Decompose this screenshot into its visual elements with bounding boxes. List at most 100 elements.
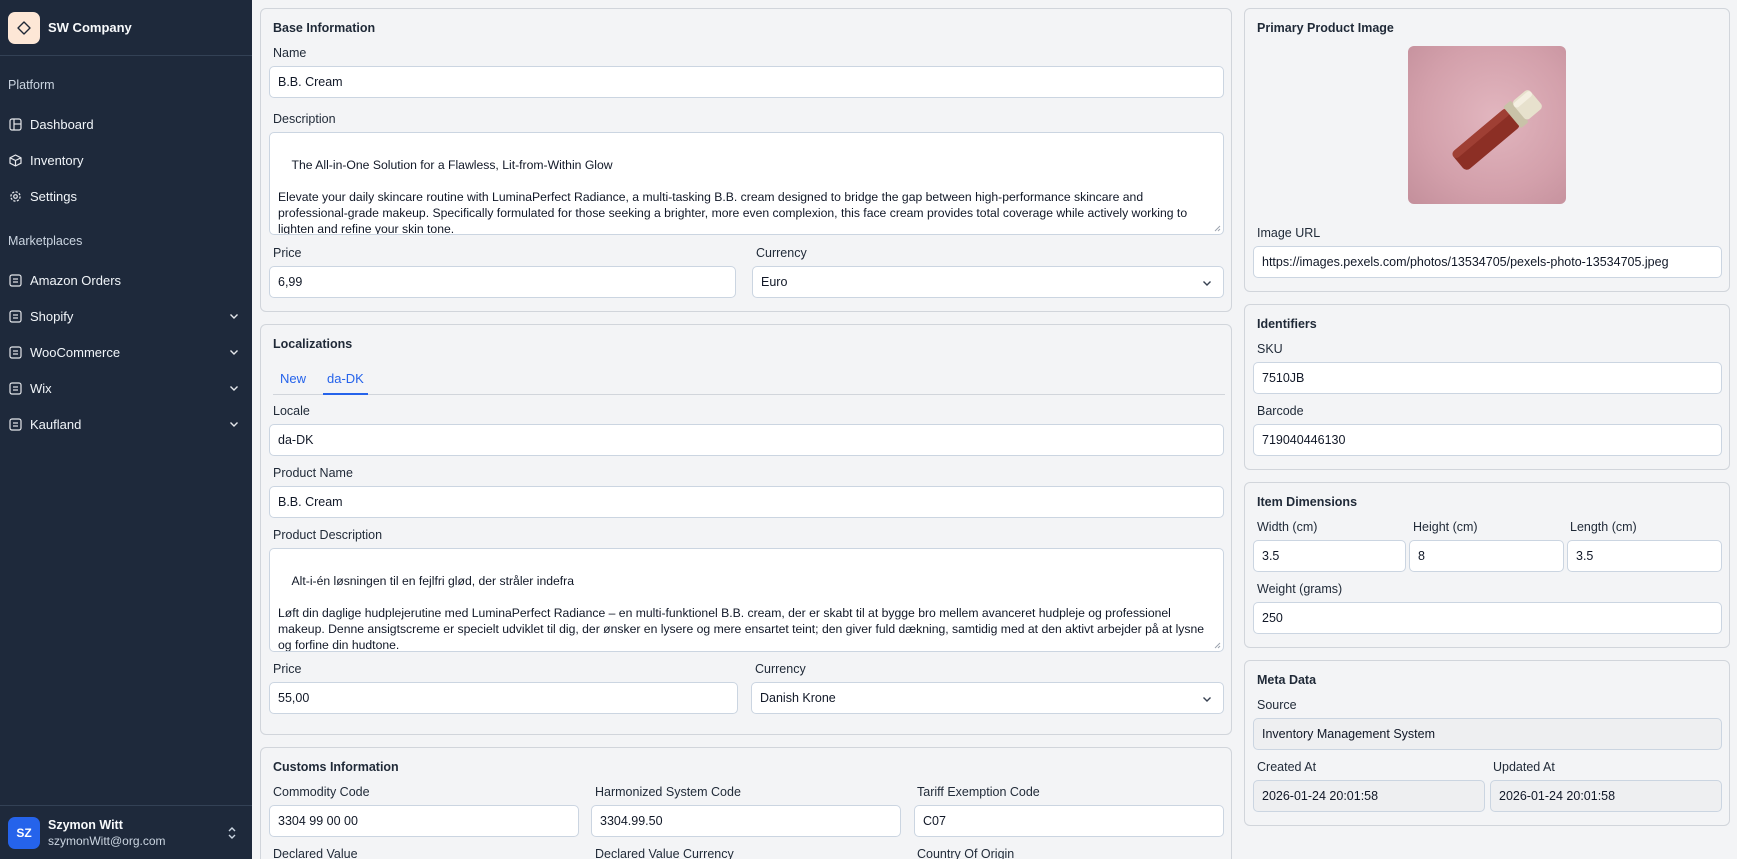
height-input[interactable]: 8 — [1409, 540, 1564, 572]
chevrons-up-down-icon[interactable] — [226, 825, 238, 841]
barcode-input[interactable]: 719040446130 — [1253, 424, 1722, 456]
price-label: Price — [273, 246, 302, 260]
sidebar-item-label: Amazon Orders — [30, 272, 122, 288]
sidebar-item-dashboard[interactable]: Dashboard — [0, 106, 252, 142]
product-image — [1408, 46, 1566, 204]
sidebar-item-label: WooCommerce — [30, 344, 121, 360]
chevron-down-icon[interactable] — [228, 382, 240, 394]
currency-select[interactable]: Danish Krone — [751, 682, 1224, 714]
card-title: Customs Information — [273, 760, 399, 774]
product-description-textarea[interactable]: Alt-i-én løsningen til en fejlfri glød, … — [269, 548, 1224, 652]
source-field: Inventory Management System — [1253, 718, 1722, 750]
product-name-label: Product Name — [273, 466, 353, 480]
commodity-code-input[interactable]: 3304 99 00 00 — [269, 805, 579, 837]
currency-select[interactable]: Euro — [752, 266, 1224, 298]
declared-value-label: Declared Value — [273, 847, 358, 859]
image-url-input[interactable]: https://images.pexels.com/photos/1353470… — [1253, 246, 1722, 278]
height-label: Height (cm) — [1413, 520, 1478, 534]
price-label: Price — [273, 662, 302, 676]
weight-input[interactable]: 250 — [1253, 602, 1722, 634]
tab-new[interactable]: New — [276, 365, 310, 395]
company-switcher[interactable]: SW Company — [0, 0, 252, 56]
hs-code-input[interactable]: 3304.99.50 — [591, 805, 901, 837]
locale-tabs: New da-DK — [273, 365, 1225, 395]
currency-label: Currency — [756, 246, 807, 260]
tab-da-dk[interactable]: da-DK — [323, 365, 368, 395]
localizations-card: Localizations New da-DK Locale da-DK Pro… — [260, 324, 1232, 735]
dashboard-icon — [8, 117, 22, 131]
gear-icon — [8, 189, 22, 203]
product-description-label: Product Description — [273, 528, 383, 542]
price-input[interactable]: 6,99 — [269, 266, 736, 298]
chevron-down-icon[interactable] — [228, 346, 240, 358]
company-logo-icon — [8, 11, 40, 44]
primary-image-card: Primary Product Image Image URL https://… — [1244, 8, 1730, 292]
sidebar-item-label: Wix — [30, 380, 52, 396]
sidebar-item-shopify[interactable]: Shopify — [0, 298, 252, 334]
sidebar-item-label: Kaufland — [30, 416, 82, 432]
marketplace-icon — [8, 417, 22, 431]
sidebar-item-kaufland[interactable]: Kaufland — [0, 406, 252, 442]
nav-section-platform: Platform — [8, 78, 55, 92]
locale-input[interactable]: da-DK — [269, 424, 1224, 456]
weight-label: Weight (grams) — [1257, 582, 1343, 596]
resize-handle-icon[interactable] — [1213, 641, 1221, 649]
card-title: Identifiers — [1257, 317, 1317, 331]
sidebar-item-woocommerce[interactable]: WooCommerce — [0, 334, 252, 370]
sidebar-item-settings[interactable]: Settings — [0, 178, 252, 214]
currency-value: Danish Krone — [760, 691, 836, 705]
product-name-input[interactable]: B.B. Cream — [269, 486, 1224, 518]
sidebar-item-inventory[interactable]: Inventory — [0, 142, 252, 178]
product-description-text: Alt-i-én løsningen til en fejlfri glød, … — [278, 574, 1205, 652]
name-input[interactable]: B.B. Cream — [269, 66, 1224, 98]
hs-code-label: Harmonized System Code — [595, 785, 741, 799]
user-menu[interactable]: SZ Szymon Witt szymonWitt@org.com — [0, 805, 252, 859]
sidebar: SW Company Platform Dashboard Inventory … — [0, 0, 252, 859]
base-information-card: Base Information Name B.B. Cream Descrip… — [260, 8, 1232, 312]
sku-label: SKU — [1257, 342, 1283, 356]
image-url-label: Image URL — [1257, 226, 1321, 240]
currency-label: Currency — [755, 662, 806, 676]
width-input[interactable]: 3.5 — [1253, 540, 1406, 572]
barcode-label: Barcode — [1257, 404, 1304, 418]
locale-label: Locale — [273, 404, 310, 418]
company-name: SW Company — [48, 20, 132, 35]
marketplace-icon — [8, 309, 22, 323]
tariff-exemption-input[interactable]: C07 — [914, 805, 1224, 837]
card-title: Item Dimensions — [1257, 495, 1358, 509]
declared-value-currency-label: Declared Value Currency — [595, 847, 734, 859]
updated-at-field: 2026-01-24 20:01:58 — [1490, 780, 1722, 812]
sidebar-item-amazon-orders[interactable]: Amazon Orders — [0, 262, 252, 298]
description-textarea[interactable]: The All-in-One Solution for a Flawless, … — [269, 132, 1224, 235]
item-dimensions-card: Item Dimensions Width (cm) 3.5 Height (c… — [1244, 482, 1730, 648]
commodity-code-label: Commodity Code — [273, 785, 370, 799]
chevron-down-icon[interactable] — [228, 418, 240, 430]
package-icon — [8, 153, 22, 167]
source-label: Source — [1257, 698, 1297, 712]
chevron-down-icon[interactable] — [228, 310, 240, 322]
country-of-origin-label: Country Of Origin — [917, 847, 1015, 859]
chevron-down-icon — [1203, 697, 1211, 702]
marketplace-icon — [8, 345, 22, 359]
resize-handle-icon[interactable] — [1213, 224, 1221, 232]
width-label: Width (cm) — [1257, 520, 1318, 534]
tariff-exemption-label: Tariff Exemption Code — [917, 785, 1040, 799]
price-input[interactable]: 55,00 — [269, 682, 738, 714]
sku-input[interactable]: 7510JB — [1253, 362, 1722, 394]
sidebar-item-label: Dashboard — [30, 116, 94, 132]
avatar: SZ — [8, 816, 40, 849]
created-at-field: 2026-01-24 20:01:58 — [1253, 780, 1485, 812]
sidebar-item-wix[interactable]: Wix — [0, 370, 252, 406]
card-title: Primary Product Image — [1257, 21, 1394, 35]
name-label: Name — [273, 46, 307, 60]
meta-data-card: Meta Data Source Inventory Management Sy… — [1244, 660, 1730, 826]
user-email: szymonWitt@org.com — [48, 833, 166, 848]
sidebar-item-label: Inventory — [30, 152, 84, 168]
description-label: Description — [273, 112, 336, 126]
length-input[interactable]: 3.5 — [1567, 540, 1722, 572]
card-title: Base Information — [273, 21, 376, 35]
chevron-down-icon — [1203, 281, 1211, 286]
length-label: Length (cm) — [1570, 520, 1637, 534]
currency-value: Euro — [761, 275, 788, 289]
user-name: Szymon Witt — [48, 817, 123, 832]
